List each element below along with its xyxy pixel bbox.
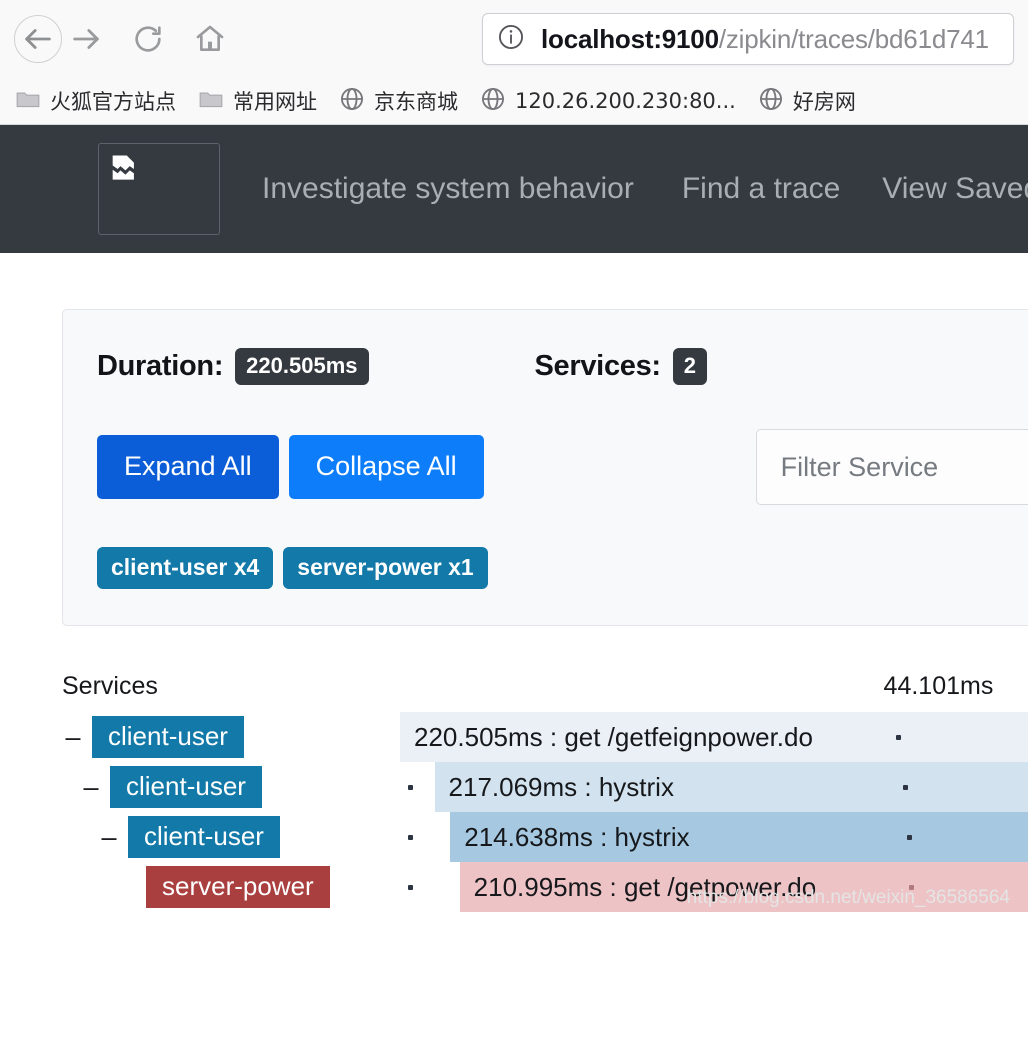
- bookmark-label: 火狐官方站点: [50, 90, 176, 114]
- folder-icon: [15, 86, 41, 117]
- bookmark-label: 120.26.200.230:80...: [515, 89, 736, 113]
- url-bar[interactable]: localhost:9100/zipkin/traces/bd61d741: [482, 13, 1014, 65]
- home-icon: [194, 23, 226, 55]
- back-button[interactable]: [14, 15, 62, 63]
- service-tag-client-user[interactable]: client-user x4: [97, 547, 274, 589]
- forward-arrow-icon: [69, 22, 103, 56]
- span-bar-cell: 214.638ms : hystrix: [400, 812, 1028, 862]
- service-tags-row: client-user x4 server-power x1: [97, 547, 1028, 589]
- brand-logo[interactable]: [98, 143, 220, 235]
- summary-row: Duration: 220.505ms Services: 2: [97, 348, 1028, 385]
- span-label: 214.638ms : hystrix: [464, 821, 690, 852]
- browser-toolbar: localhost:9100/zipkin/traces/bd61d741: [0, 0, 1028, 78]
- span-expand-toggle[interactable]: –: [80, 773, 102, 801]
- span-midpoint-tick: [896, 735, 902, 740]
- duration-summary: Duration: 220.505ms: [97, 348, 369, 385]
- globe-icon: [758, 86, 784, 117]
- trace-summary-panel: Duration: 220.505ms Services: 2 Expand A…: [62, 309, 1028, 626]
- span-tree-cell: – client-user: [0, 762, 400, 812]
- browser-chrome: localhost:9100/zipkin/traces/bd61d741 火狐…: [0, 0, 1028, 125]
- zipkin-navbar: Investigate system behavior Find a trace…: [0, 125, 1028, 253]
- service-name-chip[interactable]: client-user: [110, 766, 262, 808]
- reload-icon: [132, 23, 164, 55]
- url-path: /zipkin/traces/bd61d741: [718, 23, 989, 54]
- back-arrow-icon: [21, 22, 55, 56]
- expand-all-button[interactable]: Expand All: [97, 435, 279, 499]
- span-tree-cell: –server-power: [0, 862, 400, 912]
- timeline-ticks: 44.101ms: [400, 672, 1028, 706]
- span-bar-cell: 217.069ms : hystrix: [400, 762, 1028, 812]
- bookmark-label: 常用网址: [233, 90, 317, 114]
- bookmark-label: 京东商城: [374, 90, 458, 114]
- nav-link-view-saved[interactable]: View Saved: [882, 172, 1028, 206]
- span-tree-cell: – client-user: [0, 812, 400, 862]
- bookmark-item[interactable]: 好房网: [749, 83, 865, 120]
- bookmark-item[interactable]: 常用网址: [189, 83, 326, 120]
- span-duration-bar[interactable]: 217.069ms : hystrix: [434, 762, 1028, 812]
- folder-icon: [198, 86, 224, 117]
- services-column-header: Services: [62, 672, 158, 700]
- service-tag-server-power[interactable]: server-power x1: [283, 547, 488, 589]
- globe-icon: [339, 86, 365, 117]
- watermark: https://blog.csdn.net/weixin_36586564: [686, 887, 1010, 908]
- span-start-dot: [408, 835, 413, 840]
- brand-tagline: Investigate system behavior: [262, 172, 634, 205]
- forward-button[interactable]: [62, 15, 110, 63]
- span-row[interactable]: – client-user 217.069ms : hystrix: [0, 762, 1028, 812]
- span-duration-bar[interactable]: 214.638ms : hystrix: [450, 812, 1028, 862]
- trace-timeline: Services 44.101ms – client-user 220.505ms …: [0, 672, 1028, 912]
- nav-links: Find a trace View Saved: [682, 172, 1028, 206]
- broken-image-icon: [107, 152, 141, 191]
- site-info-icon[interactable]: [497, 23, 525, 56]
- span-tree-cell: – client-user: [0, 712, 400, 762]
- bookmark-item[interactable]: 120.26.200.230:80...: [471, 83, 745, 120]
- duration-badge: 220.505ms: [235, 348, 369, 385]
- bookmark-label: 好房网: [792, 90, 856, 114]
- controls-row: Expand All Collapse All: [97, 429, 1028, 505]
- span-label: 220.505ms : get /getfeignpower.do: [414, 721, 813, 752]
- services-label: Services:: [534, 350, 662, 382]
- span-start-dot: [408, 885, 413, 890]
- span-duration-bar[interactable]: 220.505ms : get /getfeignpower.do: [400, 712, 1028, 762]
- span-label: 217.069ms : hystrix: [448, 771, 674, 802]
- services-badge: 2: [672, 348, 708, 385]
- nav-link-find-a-trace[interactable]: Find a trace: [682, 172, 840, 206]
- bookmark-item[interactable]: 京东商城: [330, 83, 467, 120]
- service-name-chip[interactable]: client-user: [128, 816, 280, 858]
- span-expand-toggle[interactable]: –: [98, 823, 120, 851]
- service-name-chip[interactable]: client-user: [92, 716, 244, 758]
- bookmarks-bar: 火狐官方站点 常用网址 京东商城 120.26.200.230:80... 好房…: [0, 78, 1028, 124]
- span-midpoint-tick: [906, 835, 912, 840]
- span-midpoint-tick: [903, 785, 909, 790]
- span-start-dot: [408, 785, 413, 790]
- main-content: Duration: 220.505ms Services: 2 Expand A…: [0, 253, 1028, 923]
- service-name-chip[interactable]: server-power: [146, 866, 330, 908]
- url-host: localhost:9100: [541, 23, 719, 54]
- span-expand-toggle[interactable]: –: [62, 723, 84, 751]
- url-text: localhost:9100/zipkin/traces/bd61d741: [541, 24, 989, 55]
- reload-button[interactable]: [124, 15, 172, 63]
- span-row[interactable]: – client-user 220.505ms : get /getfeignpow…: [0, 712, 1028, 762]
- home-button[interactable]: [186, 15, 234, 63]
- duration-label: Duration:: [97, 350, 224, 382]
- span-row[interactable]: – client-user 214.638ms : hystrix: [0, 812, 1028, 862]
- span-rows: – client-user 220.505ms : get /getfeignpow…: [0, 712, 1028, 912]
- globe-icon: [480, 86, 506, 117]
- timeline-tick: 44.101ms: [883, 672, 994, 700]
- collapse-all-button[interactable]: Collapse All: [288, 435, 484, 499]
- span-bar-cell: 220.505ms : get /getfeignpower.do: [400, 712, 1028, 762]
- bookmark-item[interactable]: 火狐官方站点: [6, 83, 185, 120]
- timeline-header: Services 44.101ms: [0, 672, 1028, 712]
- services-summary: Services: 2: [535, 348, 708, 385]
- filter-service-input[interactable]: [755, 429, 1028, 505]
